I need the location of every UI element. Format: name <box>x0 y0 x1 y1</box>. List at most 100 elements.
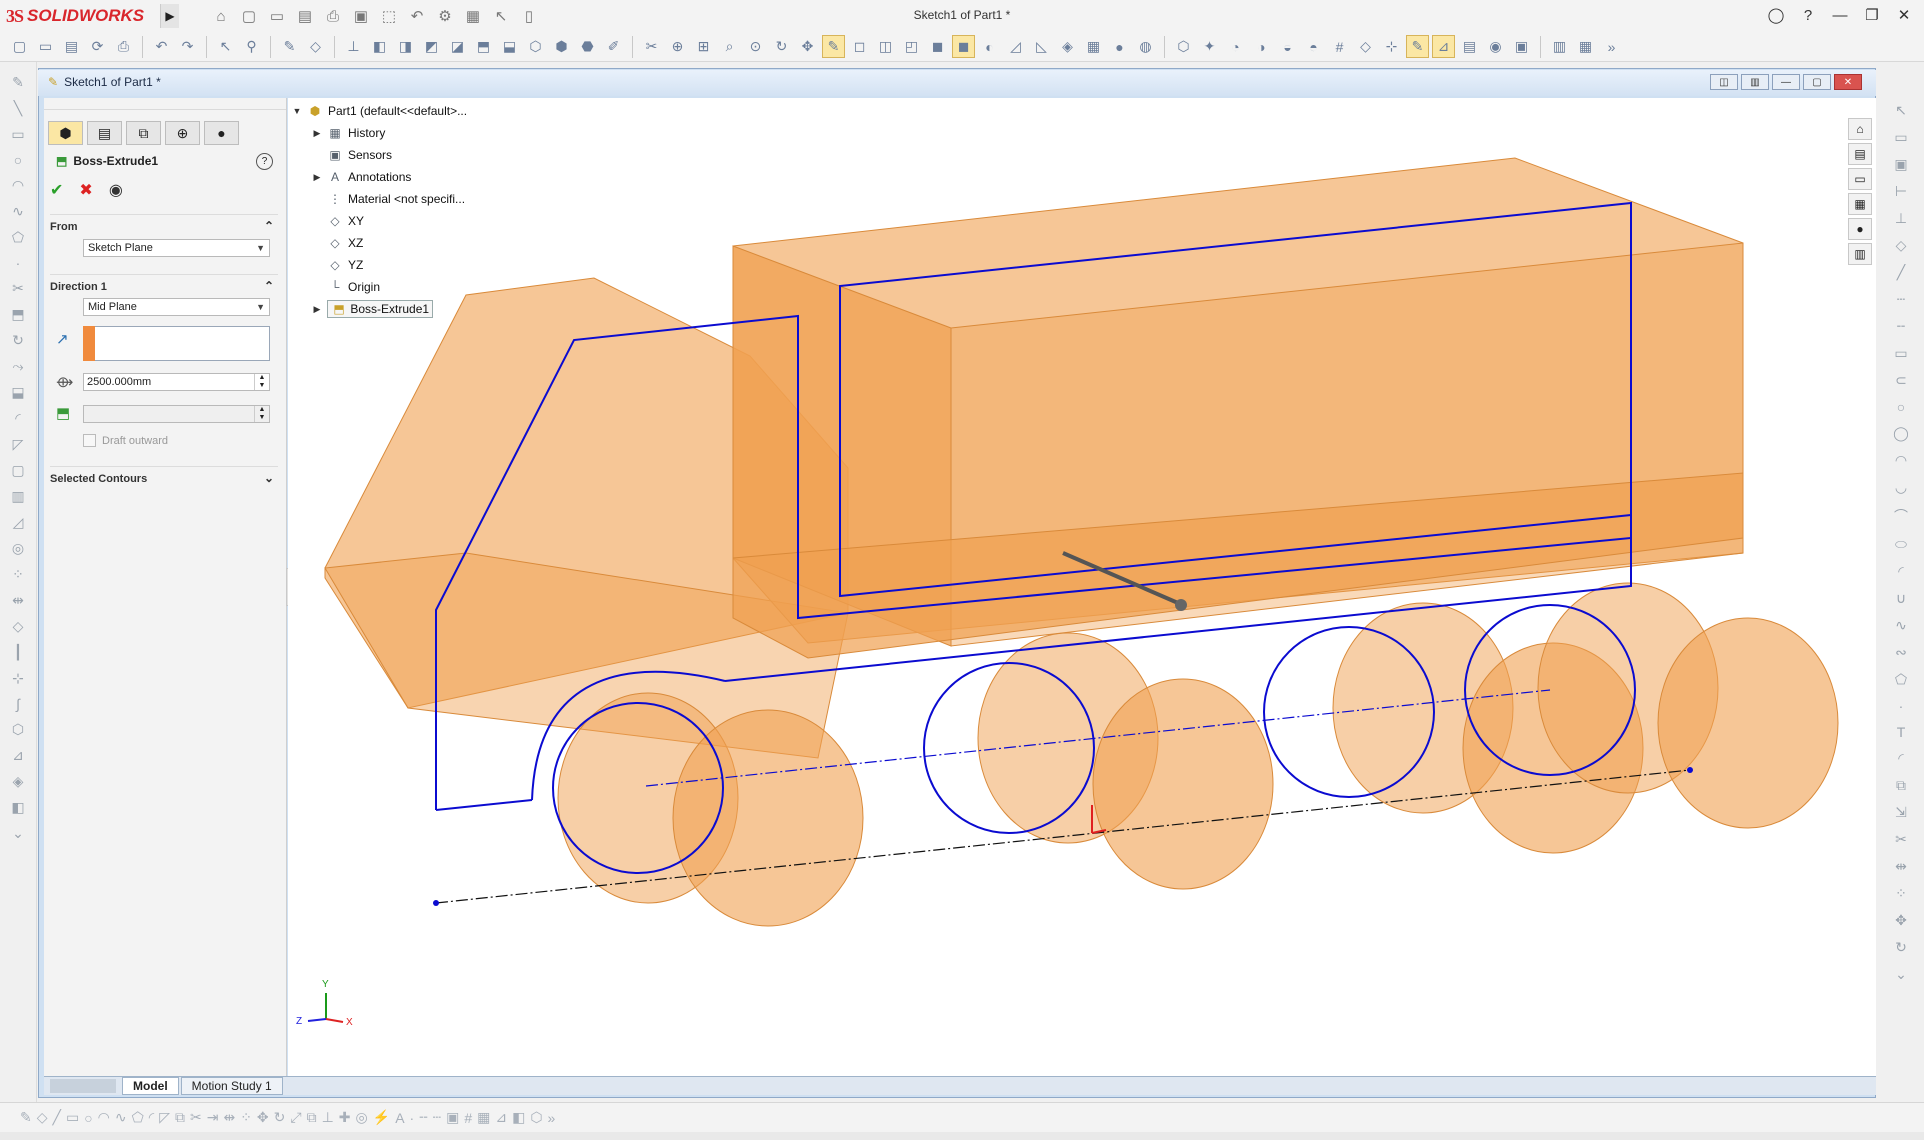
trimetric-icon[interactable]: ⬢ <box>550 35 573 58</box>
rebuild-icon[interactable]: ⟳ <box>86 35 109 58</box>
doc-minimize-button[interactable]: — <box>1772 74 1800 90</box>
scale-bottom-icon[interactable]: ⤢ <box>290 1109 301 1126</box>
slot-icon[interactable]: ⊂ <box>1895 372 1907 389</box>
solidworks-resources-icon[interactable]: ⌂ <box>1848 118 1872 140</box>
mirror-tool-icon[interactable]: ⇹ <box>12 592 24 609</box>
extrude-tool-icon[interactable]: ⬒ <box>11 306 24 323</box>
block-bottom-icon[interactable]: ▣ <box>446 1109 459 1126</box>
quick-snaps-bottom-icon[interactable]: ◎ <box>356 1109 368 1126</box>
spin-arrows-icon[interactable]: ▲ ▼ <box>254 406 269 422</box>
minimize-button[interactable]: — <box>1828 4 1852 26</box>
close-button[interactable]: ✕ <box>1892 4 1916 26</box>
view-sketch-relations-icon[interactable]: ⊿ <box>1432 35 1455 58</box>
hide-show-items-icon[interactable]: ◑ <box>1250 35 1273 58</box>
tree-root[interactable]: ▼ ⬢ Part1 (default<<default>... <box>292 102 468 120</box>
circle-bottom-icon[interactable]: ○ <box>84 1110 92 1126</box>
view-settings-icon[interactable]: ◉ <box>1484 35 1507 58</box>
grid-bottom-icon[interactable]: # <box>464 1110 472 1126</box>
tile-vertical-button[interactable]: ▥ <box>1741 74 1769 90</box>
redo-cmd-icon[interactable]: ↷ <box>176 35 199 58</box>
rotate-icon[interactable]: ↻ <box>770 35 793 58</box>
fillet-tool-icon[interactable]: ◜ <box>15 410 20 427</box>
sketch-bottom-icon[interactable]: ✎ <box>20 1109 32 1126</box>
custom-properties-icon[interactable]: ▥ <box>1848 243 1872 265</box>
pattern-bottom-icon[interactable]: ⁘ <box>240 1109 252 1126</box>
ellipse-icon[interactable]: ⬭ <box>1895 536 1907 553</box>
line-tool-icon[interactable]: ╲ <box>14 100 22 117</box>
rotate-bottom-icon[interactable]: ↻ <box>274 1109 286 1126</box>
appearances-icon[interactable]: ● <box>1108 35 1131 58</box>
plane-tool-icon[interactable]: ◇ <box>13 618 24 635</box>
hidden-lines-visible-icon[interactable]: ◫ <box>874 35 897 58</box>
fillet-icon[interactable]: ◜ <box>1898 750 1903 767</box>
coordinate-tool-icon[interactable]: ⊹ <box>12 670 24 687</box>
view-right-icon[interactable]: ◪ <box>446 35 469 58</box>
trim-icon[interactable]: ✂ <box>1895 831 1907 848</box>
doc-close-button[interactable]: ✕ <box>1834 74 1862 90</box>
tab-model[interactable]: Model <box>122 1077 179 1095</box>
selected-feature[interactable]: ⬒ Boss-Extrude1 <box>327 300 434 318</box>
select-arrow-icon[interactable]: ↖ <box>1895 102 1907 119</box>
sweep-tool-icon[interactable]: ⤳ <box>12 358 23 375</box>
view-sketches-icon[interactable]: ✎ <box>1406 35 1429 58</box>
filter-icon[interactable]: ⚲ <box>240 35 263 58</box>
zoom-selection-icon[interactable]: ⊙ <box>744 35 767 58</box>
isometric-icon[interactable]: ⬡ <box>524 35 547 58</box>
select-cmd-icon[interactable]: ↖ <box>214 35 237 58</box>
rapid-sketch-bottom-icon[interactable]: ⚡ <box>373 1109 390 1126</box>
collapse-chevron-icon[interactable]: ⌃ <box>264 279 274 293</box>
graphics-area[interactable]: Y X Z <box>288 98 1876 1076</box>
perimeter-circle-icon[interactable]: ◯ <box>1893 425 1909 442</box>
file-explorer-icon[interactable]: ▭ <box>1848 168 1872 190</box>
view-bottom-icon[interactable]: ⬓ <box>498 35 521 58</box>
wireframe-icon[interactable]: ◻ <box>848 35 871 58</box>
text-bottom-icon[interactable]: A <box>395 1110 404 1126</box>
draft-quality-icon[interactable]: ◈ <box>1056 35 1079 58</box>
polygon-icon[interactable]: ⬠ <box>1895 671 1907 688</box>
centerline-endpoint[interactable] <box>1687 767 1693 773</box>
wheel-1-front[interactable] <box>672 709 864 927</box>
spline-icon[interactable]: ∿ <box>1895 617 1907 634</box>
preview-eye-icon[interactable]: ◉ <box>109 180 123 200</box>
shaded-icon[interactable]: ◼ <box>952 35 975 58</box>
view-top-icon[interactable]: ⬒ <box>472 35 495 58</box>
solidworks-logo[interactable]: 3S SOLIDWORKS <box>6 4 144 28</box>
spin-arrows-icon[interactable]: ▲ ▼ <box>254 374 269 390</box>
section-bottom-icon[interactable]: ◧ <box>512 1109 525 1126</box>
3d-sketch-icon[interactable]: ▣ <box>1894 156 1907 173</box>
expand-chevron-icon[interactable]: ⌄ <box>264 471 274 485</box>
offset-icon[interactable]: ⧉ <box>1896 777 1906 794</box>
appearances-scenes-icon[interactable]: ● <box>1848 218 1872 240</box>
perspective-icon[interactable]: ◿ <box>1004 35 1027 58</box>
extrude-handle-knob[interactable] <box>1175 599 1187 611</box>
style-spline-icon[interactable]: ∾ <box>1895 644 1907 661</box>
new-part-icon[interactable]: ▢ <box>8 35 31 58</box>
scenes-icon[interactable]: ◍ <box>1134 35 1157 58</box>
section-tool-icon[interactable]: ◧ <box>11 799 24 816</box>
zoom-to-area-icon[interactable]: ⊞ <box>692 35 715 58</box>
draft-on-off-icon[interactable]: ⬒ <box>56 404 70 422</box>
tab-scroll-arrows[interactable] <box>50 1079 116 1093</box>
move-bottom-icon[interactable]: ✥ <box>257 1109 269 1126</box>
ok-check-icon[interactable]: ✔ <box>50 180 63 200</box>
save-doc-icon[interactable]: ▤ <box>60 35 83 58</box>
draft-tool-icon[interactable]: ◿ <box>13 514 24 531</box>
screen-capture-icon[interactable]: ▣ <box>350 5 372 27</box>
line-bottom-icon[interactable]: ╱ <box>53 1109 61 1126</box>
circle-tool-icon[interactable]: ○ <box>14 152 22 168</box>
expand-arrow-icon[interactable]: ▶ <box>312 304 322 315</box>
arc-bottom-icon[interactable]: ◠ <box>98 1109 110 1126</box>
doc-maximize-button[interactable]: ▢ <box>1803 74 1831 90</box>
wheel-4-front[interactable] <box>1657 617 1839 829</box>
loft-tool-icon[interactable]: ⬓ <box>11 384 24 401</box>
tree-item-origin[interactable]: └ Origin <box>312 278 380 296</box>
depth-input[interactable]: 2500.000mm ▲ ▼ <box>83 373 270 391</box>
relations-bottom-icon[interactable]: ⊥ <box>322 1109 334 1126</box>
split-view-icon[interactable]: ▥ <box>1548 35 1571 58</box>
pattern-tool-icon[interactable]: ⁘ <box>12 566 24 583</box>
revolve-tool-icon[interactable]: ↻ <box>12 332 24 349</box>
display-pane-icon[interactable]: ▦ <box>1082 35 1105 58</box>
tangent-arc-icon[interactable]: ◡ <box>1895 479 1907 496</box>
undo-icon[interactable]: ↶ <box>406 5 428 27</box>
dropdown-arrow-icon[interactable]: ▼ <box>256 240 265 256</box>
